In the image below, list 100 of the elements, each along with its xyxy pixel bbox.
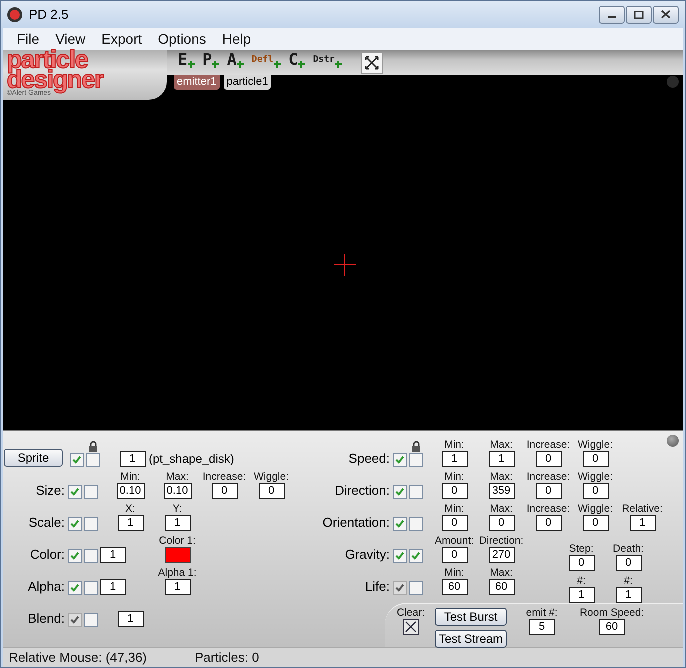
menu-item[interactable]: Options: [150, 31, 214, 47]
parameter-label: Life:: [364, 579, 390, 595]
color-swatch[interactable]: [164, 547, 190, 563]
checkbox[interactable]: [68, 549, 82, 563]
field-label: Alpha 1:: [158, 567, 197, 579]
checkbox[interactable]: [84, 549, 98, 563]
checkbox[interactable]: [68, 517, 82, 531]
checkbox[interactable]: [409, 549, 423, 563]
count-field[interactable]: 1: [100, 547, 126, 563]
checkbox[interactable]: [409, 453, 423, 467]
add-tool-button[interactable]: A: [224, 52, 247, 74]
checkbox[interactable]: [393, 485, 407, 499]
add-tool-button[interactable]: C: [286, 52, 308, 74]
number-field[interactable]: 0: [536, 515, 562, 531]
checkbox[interactable]: [393, 453, 407, 467]
number-field[interactable]: 60: [488, 579, 514, 595]
number-field[interactable]: 0: [212, 483, 238, 499]
number-field[interactable]: 0: [442, 483, 468, 499]
checkbox[interactable]: [393, 549, 407, 563]
object-tab[interactable]: emitter1: [174, 75, 220, 90]
add-tool-button[interactable]: E: [175, 52, 198, 74]
number-field[interactable]: 0: [582, 515, 608, 531]
checkbox[interactable]: [86, 453, 100, 467]
number-field[interactable]: 1: [118, 611, 144, 627]
field-label: Wiggle:: [578, 503, 613, 515]
collapse-knob[interactable]: [667, 435, 679, 447]
test-button[interactable]: Test Burst: [435, 608, 508, 626]
move-tool-button[interactable]: [360, 52, 383, 74]
shape-name: (pt_shape_disk): [149, 451, 234, 467]
number-field[interactable]: 0: [582, 483, 608, 499]
count-field[interactable]: 1: [100, 579, 126, 595]
field-label: emit #:: [526, 607, 558, 619]
number-field[interactable]: 0: [616, 555, 642, 571]
number-field[interactable]: 0: [488, 515, 514, 531]
number-field[interactable]: 359: [488, 483, 514, 499]
add-tool-button[interactable]: P: [200, 52, 222, 74]
sprite-button[interactable]: Sprite: [4, 449, 63, 467]
checkbox[interactable]: [68, 485, 82, 499]
parameter-label: Blend:: [27, 611, 65, 627]
number-field[interactable]: 0: [442, 515, 468, 531]
checkbox[interactable]: [409, 517, 423, 531]
field-label: Increase:: [202, 471, 246, 483]
field-label: Increase:: [526, 503, 570, 515]
number-field[interactable]: 1: [164, 515, 190, 531]
test-button[interactable]: Test Stream: [435, 630, 508, 648]
number-field[interactable]: 60: [599, 619, 626, 635]
number-field[interactable]: 1: [616, 587, 642, 603]
minimize-button[interactable]: [599, 6, 625, 24]
mouse-position: Relative Mouse: (47,36): [9, 650, 148, 665]
number-field[interactable]: 0.10: [164, 483, 192, 499]
checkbox[interactable]: [68, 581, 82, 595]
checkbox[interactable]: [84, 613, 98, 627]
parameter-label: Orientation:: [322, 515, 390, 531]
number-field[interactable]: 1: [488, 451, 514, 467]
number-field[interactable]: 0: [258, 483, 284, 499]
field-label: Room Speed:: [580, 607, 644, 619]
parameter-label: Color:: [29, 547, 65, 563]
menu-item[interactable]: Export: [94, 31, 150, 47]
number-field[interactable]: 1: [164, 579, 190, 595]
parameter-label: Size:: [35, 483, 65, 499]
number-field[interactable]: 270: [488, 547, 514, 563]
number-field[interactable]: 1: [118, 515, 144, 531]
parameter-label: Alpha:: [27, 579, 65, 595]
checkbox[interactable]: [70, 453, 84, 467]
number-field[interactable]: 5: [529, 619, 556, 635]
checkbox[interactable]: [409, 581, 423, 595]
number-field[interactable]: 0: [442, 547, 468, 563]
menu-item[interactable]: View: [48, 31, 94, 47]
checkbox[interactable]: [84, 485, 98, 499]
number-field[interactable]: 1: [442, 451, 468, 467]
field-label: Min:: [444, 471, 464, 483]
number-field[interactable]: 1: [630, 515, 656, 531]
add-tool-button[interactable]: Dstr: [310, 52, 345, 74]
number-field[interactable]: 60: [442, 579, 468, 595]
checkbox[interactable]: [409, 485, 423, 499]
window-title: PD 2.5: [29, 7, 69, 22]
close-button[interactable]: [653, 6, 679, 24]
field-label: Color 1:: [159, 535, 196, 547]
number-field[interactable]: 0: [582, 451, 608, 467]
crosshair-icon: [334, 254, 356, 276]
clear-button[interactable]: [403, 619, 419, 635]
number-field[interactable]: 0: [568, 555, 594, 571]
field-label: Step:: [569, 543, 594, 555]
checkbox[interactable]: [393, 517, 407, 531]
number-field[interactable]: 1: [120, 451, 146, 467]
object-tab[interactable]: particle1: [224, 75, 272, 90]
number-field[interactable]: 1: [568, 587, 594, 603]
menu-item[interactable]: File: [9, 31, 48, 47]
field-label: Max:: [490, 567, 513, 579]
menu-item[interactable]: Help: [214, 31, 260, 47]
parameter-label: Speed:: [348, 451, 390, 467]
checkbox[interactable]: [84, 581, 98, 595]
checkbox[interactable]: [84, 517, 98, 531]
number-field[interactable]: 0.10: [116, 483, 144, 499]
plus-icon: [334, 60, 342, 68]
number-field[interactable]: 0: [536, 483, 562, 499]
maximize-button[interactable]: [626, 6, 652, 24]
corner-dot: [667, 76, 679, 88]
number-field[interactable]: 0: [536, 451, 562, 467]
field-label: Max:: [490, 471, 513, 483]
